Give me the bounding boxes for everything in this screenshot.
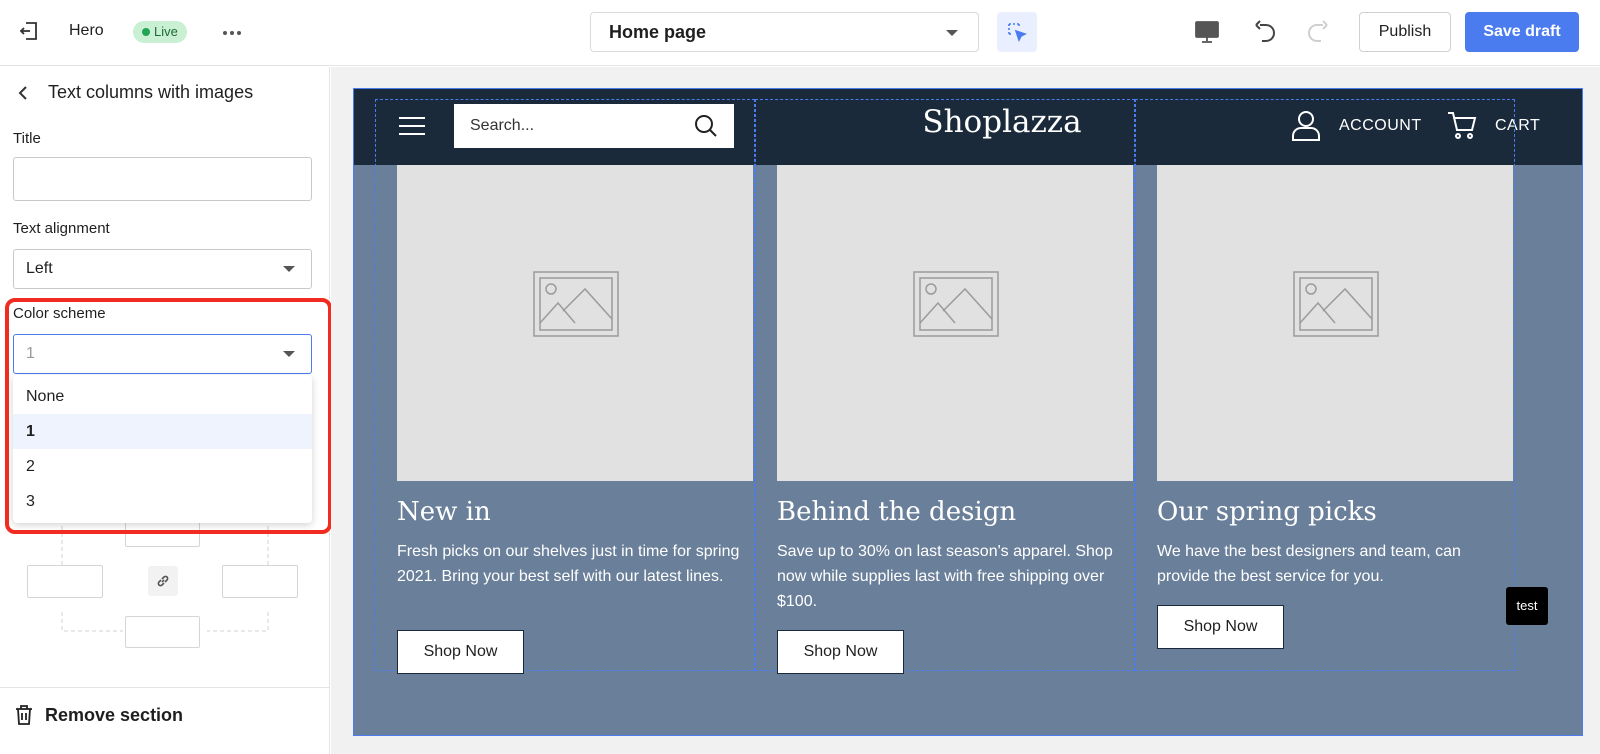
padding-right-field[interactable]: [222, 565, 298, 598]
live-badge-label: Live: [154, 24, 178, 39]
inspect-mode-button[interactable]: [997, 12, 1037, 52]
column-image-placeholder[interactable]: [777, 165, 1133, 481]
store-search-placeholder: Search...: [470, 117, 535, 134]
link-icon: [157, 575, 169, 587]
section-title: Text columns with images: [48, 82, 254, 102]
publish-button[interactable]: Publish: [1359, 12, 1451, 52]
live-status-badge: Live: [133, 21, 187, 43]
color-scheme-option-selected[interactable]: 1: [13, 414, 312, 449]
cart-link[interactable]: CART: [1495, 117, 1540, 135]
test-tag[interactable]: test: [1506, 587, 1548, 625]
more-options-icon[interactable]: [220, 21, 244, 45]
color-scheme-select[interactable]: 1: [13, 334, 312, 374]
trash-icon[interactable]: [14, 704, 34, 726]
image-placeholder-icon: [533, 271, 619, 337]
color-scheme-label: Color scheme: [13, 305, 106, 322]
chevron-down-icon: [283, 266, 295, 272]
back-chevron-icon[interactable]: [14, 83, 34, 103]
shop-now-button[interactable]: Shop Now: [397, 630, 524, 674]
page-select[interactable]: Home page: [590, 12, 979, 52]
text-alignment-value: Left: [26, 260, 53, 277]
desktop-view-icon[interactable]: [1194, 20, 1220, 44]
settings-sidebar: Text columns with images Title Text alig…: [0, 67, 332, 754]
store-preview-section[interactable]: Search... Shoplazza ACCOUNT CART New in …: [353, 88, 1583, 736]
column-text: We have the best designers and team, can…: [1157, 543, 1461, 585]
store-header: Search... Shoplazza ACCOUNT CART: [354, 89, 1582, 165]
color-scheme-value: 1: [26, 345, 35, 362]
color-scheme-option[interactable]: 2: [13, 449, 312, 484]
account-icon[interactable]: [1291, 109, 1321, 141]
color-scheme-option[interactable]: 3: [13, 484, 312, 519]
exit-icon[interactable]: [18, 20, 40, 42]
column-text: Fresh picks on our shelves just in time …: [397, 543, 740, 585]
editor-topbar: Hero Live Home page Publish Save draft: [0, 0, 1600, 66]
column-text: Save up to 30% on last season's apparel.…: [777, 543, 1113, 610]
cart-icon[interactable]: [1447, 110, 1477, 140]
text-alignment-label: Text alignment: [13, 220, 110, 237]
image-placeholder-icon: [1293, 271, 1379, 337]
chevron-down-icon: [946, 30, 958, 36]
color-scheme-dropdown: None 1 2 3: [13, 375, 312, 523]
column-heading: Behind the design: [777, 497, 1017, 527]
shop-now-button[interactable]: Shop Now: [1157, 605, 1284, 649]
save-draft-button[interactable]: Save draft: [1465, 12, 1579, 52]
account-link[interactable]: ACCOUNT: [1339, 117, 1422, 135]
store-search-input[interactable]: Search...: [454, 104, 734, 148]
remove-section-button[interactable]: Remove section: [45, 705, 183, 726]
color-scheme-option[interactable]: None: [13, 379, 312, 414]
undo-icon[interactable]: [1252, 19, 1278, 45]
link-padding-button[interactable]: [148, 566, 178, 596]
shop-now-button[interactable]: Shop Now: [777, 630, 904, 674]
padding-bottom-field[interactable]: [125, 616, 200, 648]
select-cursor-icon: [1008, 23, 1027, 42]
search-icon: [695, 115, 717, 137]
image-placeholder-icon: [913, 271, 999, 337]
live-dot-icon: [142, 28, 150, 36]
column-heading: New in: [397, 497, 491, 527]
text-alignment-select[interactable]: Left: [13, 249, 312, 289]
menu-icon[interactable]: [399, 116, 425, 136]
redo-icon[interactable]: [1305, 19, 1331, 45]
chevron-down-icon: [283, 351, 295, 357]
store-logo[interactable]: Shoplazza: [922, 104, 1082, 140]
title-input[interactable]: [13, 157, 312, 201]
padding-left-field[interactable]: [27, 565, 103, 598]
column-heading: Our spring picks: [1157, 497, 1377, 527]
title-label: Title: [13, 130, 41, 147]
theme-name: Hero: [69, 22, 104, 39]
page-select-value: Home page: [609, 22, 707, 42]
column-image-placeholder[interactable]: [1157, 165, 1513, 481]
column-image-placeholder[interactable]: [397, 165, 753, 481]
